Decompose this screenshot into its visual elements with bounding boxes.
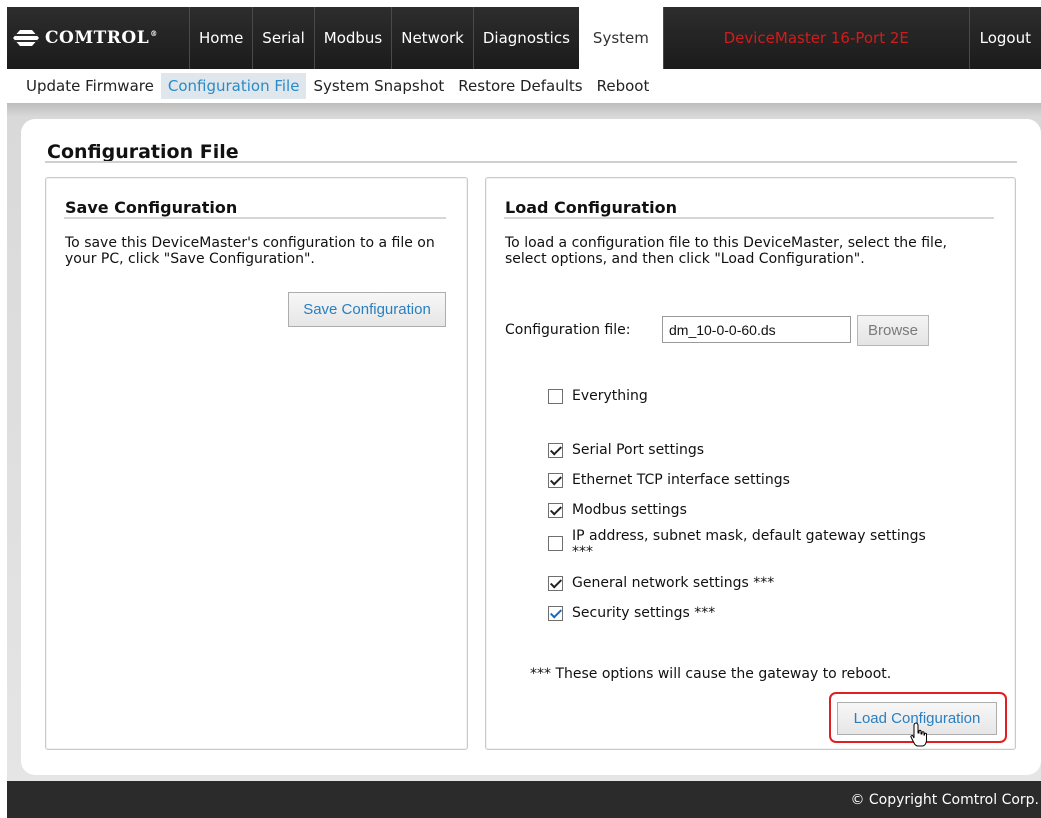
device-name: DeviceMaster 16-Port 2E xyxy=(662,7,969,69)
serial-port-checkbox[interactable] xyxy=(548,443,563,458)
save-panel-title: Save Configuration xyxy=(65,198,238,217)
save-panel-description: To save this DeviceMaster's configuratio… xyxy=(65,235,435,267)
logo-text: COMTROL xyxy=(45,28,150,48)
content-card: Configuration File Save Configuration To… xyxy=(21,119,1041,775)
logout-button[interactable]: Logout xyxy=(968,7,1041,69)
nav-tab-home[interactable]: Home xyxy=(189,7,252,69)
security-label: Security settings *** xyxy=(572,605,716,621)
everything-checkbox[interactable] xyxy=(548,389,563,404)
nav-tab-serial[interactable]: Serial xyxy=(252,7,313,69)
option-everything[interactable]: Everything xyxy=(548,388,648,404)
option-modbus[interactable]: Modbus settings xyxy=(548,502,687,518)
load-panel-description: To load a configuration file to this Dev… xyxy=(505,235,948,267)
save-panel-divider xyxy=(64,217,446,219)
comtrol-emblem-icon xyxy=(13,30,39,46)
subnav-restore-defaults[interactable]: Restore Defaults xyxy=(451,73,589,99)
nav-tab-diagnostics[interactable]: Diagnostics xyxy=(472,7,579,69)
option-security[interactable]: Security settings *** xyxy=(548,605,715,621)
ethernet-tcp-label: Ethernet TCP interface settings xyxy=(572,472,790,488)
option-ip-address[interactable]: IP address, subnet mask, default gateway… xyxy=(548,528,932,560)
hand-cursor-icon xyxy=(910,722,927,747)
copyright-text: © Copyright Comtrol Corp. xyxy=(850,791,1039,808)
option-ethernet-tcp[interactable]: Ethernet TCP interface settings xyxy=(548,472,790,488)
load-panel-divider xyxy=(504,217,994,219)
modbus-checkbox[interactable] xyxy=(548,503,563,518)
option-general-network[interactable]: General network settings *** xyxy=(548,575,774,591)
subnav-reboot[interactable]: Reboot xyxy=(590,73,657,99)
reboot-warning-note: *** These options will cause the gateway… xyxy=(530,666,892,682)
load-panel-title: Load Configuration xyxy=(505,198,678,217)
general-network-checkbox[interactable] xyxy=(548,576,563,591)
ethernet-tcp-checkbox[interactable] xyxy=(548,473,563,488)
content-area: Configuration File Save Configuration To… xyxy=(7,103,1041,781)
nav-tab-modbus[interactable]: Modbus xyxy=(313,7,391,69)
nav-tab-network[interactable]: Network xyxy=(391,7,473,69)
general-network-label: General network settings *** xyxy=(572,575,775,591)
modbus-label: Modbus settings xyxy=(572,502,687,518)
load-configuration-panel: Load Configuration To load a configurati… xyxy=(485,177,1016,750)
page-title: Configuration File xyxy=(47,141,239,163)
configuration-file-label: Configuration file: xyxy=(505,322,631,338)
browse-button[interactable]: Browse xyxy=(857,315,929,346)
ip-address-checkbox[interactable] xyxy=(548,536,563,551)
comtrol-logo: COMTROL® xyxy=(7,7,189,69)
top-navigation-bar: COMTROL® Home Serial Modbus Network Diag… xyxy=(7,7,1041,69)
subnav-system-snapshot[interactable]: System Snapshot xyxy=(306,73,451,99)
subnav-configuration-file[interactable]: Configuration File xyxy=(160,73,307,99)
logo-registered-mark: ® xyxy=(150,29,158,39)
serial-port-label: Serial Port settings xyxy=(572,442,705,458)
option-serial-port[interactable]: Serial Port settings xyxy=(548,442,704,458)
footer: © Copyright Comtrol Corp. xyxy=(7,781,1041,818)
save-configuration-panel: Save Configuration To save this DeviceMa… xyxy=(45,177,468,750)
title-divider xyxy=(45,161,1017,163)
configuration-file-input[interactable] xyxy=(662,316,851,343)
subnav-update-firmware[interactable]: Update Firmware xyxy=(19,73,161,99)
security-checkbox[interactable] xyxy=(548,606,563,621)
save-configuration-button[interactable]: Save Configuration xyxy=(288,292,446,327)
ip-address-label: IP address, subnet mask, default gateway… xyxy=(572,528,926,560)
everything-label: Everything xyxy=(572,388,648,404)
nav-tab-system[interactable]: System xyxy=(578,7,663,69)
sub-navigation: Update Firmware Configuration File Syste… xyxy=(7,69,1041,103)
